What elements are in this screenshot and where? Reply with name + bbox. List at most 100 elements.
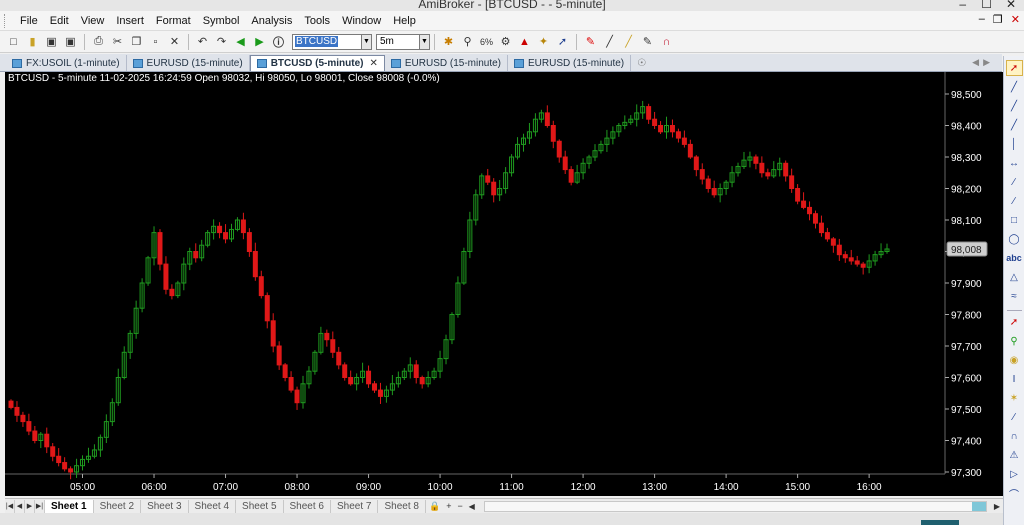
trendline-icon[interactable]: ╱ [1006, 79, 1023, 95]
sun-icon[interactable]: ✶ [1006, 390, 1023, 406]
mdi-close-button[interactable]: ✕ [1011, 13, 1020, 26]
select-arrow-icon[interactable]: ➚ [1005, 60, 1023, 76]
interval-dropdown-icon[interactable]: ▼ [420, 33, 430, 50]
lock-icon[interactable]: 🔒 [426, 501, 443, 512]
ellipse-icon[interactable]: ◯ [1006, 231, 1023, 247]
horizontal-line-icon[interactable]: ↔ [1006, 155, 1023, 171]
triangle-icon[interactable]: △ [1006, 269, 1023, 285]
sheet-tab-8[interactable]: Sheet 8 [378, 499, 426, 513]
open-folder-icon[interactable]: ▮ [24, 33, 41, 50]
sheet-tab-4[interactable]: Sheet 4 [189, 499, 237, 513]
symbol-input[interactable]: BTCUSD [292, 33, 362, 50]
delete-icon[interactable]: ✕ [166, 33, 183, 50]
text-cursor-icon[interactable]: I [1006, 371, 1023, 387]
parallel-lines-icon[interactable]: ∕ [1006, 174, 1023, 190]
symbol-dropdown-icon[interactable]: ▼ [362, 33, 372, 50]
wand-icon[interactable]: ✦ [535, 33, 552, 50]
delete-drawing-icon[interactable]: ⚠ [1006, 447, 1023, 463]
back-icon[interactable]: ◀ [232, 33, 249, 50]
menu-window[interactable]: Window [336, 15, 387, 27]
menu-insert[interactable]: Insert [110, 15, 150, 27]
y-tick-label: 98,200 [951, 185, 982, 196]
gann-icon[interactable]: ∕ [1006, 409, 1023, 425]
gear-icon[interactable]: ⚙ [497, 33, 514, 50]
extended-line-icon[interactable]: ╱ [1006, 117, 1023, 133]
menu-format[interactable]: Format [150, 15, 197, 27]
sheet-tab-1[interactable]: Sheet 1 [45, 499, 94, 513]
tab-eurusd-3[interactable]: EURUSD (15-minute) [508, 55, 632, 71]
undo-icon[interactable]: ↶ [194, 33, 211, 50]
pen-color-icon[interactable]: ✎ [582, 33, 599, 50]
channel-icon[interactable]: ∕ [1006, 193, 1023, 209]
arc-icon[interactable]: ⌒ [1006, 485, 1023, 501]
sheet-prev-icon[interactable]: ◀ [15, 499, 25, 513]
menu-analysis[interactable]: Analysis [245, 15, 298, 27]
candle-icon[interactable]: ▲ [516, 33, 533, 50]
zoom-out-bars-icon[interactable]: − [454, 501, 465, 511]
chart-tool-icon[interactable]: ✱ [440, 33, 457, 50]
minimize-button[interactable]: – [959, 0, 966, 11]
tab-btcusd[interactable]: BTCUSD (5-minute) ✕ [249, 55, 385, 71]
rectangle-icon[interactable]: □ [1006, 212, 1023, 228]
tab-eurusd-1[interactable]: EURUSD (15-minute) [127, 55, 250, 71]
zoom-in-bars-icon[interactable]: + [443, 501, 454, 511]
new-file-icon[interactable]: □ [5, 33, 22, 50]
sheet-tab-3[interactable]: Sheet 3 [141, 499, 189, 513]
sheet-tab-2[interactable]: Sheet 2 [94, 499, 142, 513]
mdi-minimize-button[interactable]: – [979, 13, 985, 26]
zoom-tool-icon[interactable]: ⚲ [1006, 333, 1023, 349]
menu-symbol[interactable]: Symbol [197, 15, 246, 27]
forward-icon[interactable]: ▶ [251, 33, 268, 50]
scroll-right-icon[interactable]: ▶ [991, 502, 1003, 511]
close-button[interactable]: ✕ [1006, 0, 1016, 11]
x-tick-label: 16:00 [857, 482, 882, 493]
tab-scroll-arrows[interactable]: ◀▶ [972, 57, 994, 68]
menu-help[interactable]: Help [387, 15, 422, 27]
tab-eurusd-2[interactable]: EURUSD (15-minute) [385, 55, 508, 71]
snap-icon[interactable]: ◉ [1006, 352, 1023, 368]
line-tool-icon[interactable]: ╱ [601, 33, 618, 50]
menu-view[interactable]: View [75, 15, 111, 27]
save-all-icon[interactable]: ▣ [62, 33, 79, 50]
cut-icon[interactable]: ✂ [109, 33, 126, 50]
maximize-button[interactable]: ☐ [981, 0, 992, 11]
interval-select[interactable]: 5m [376, 33, 420, 50]
paste-icon[interactable]: ▫ [147, 33, 164, 50]
menu-tools[interactable]: Tools [298, 15, 336, 27]
ray-icon[interactable]: ╱ [1006, 98, 1023, 114]
fibonacci-icon[interactable]: ≈ [1006, 288, 1023, 304]
sheet-tab-7[interactable]: Sheet 7 [331, 499, 379, 513]
cursor-icon[interactable]: ➚ [1006, 314, 1023, 330]
arrow-tool-icon[interactable]: ➚ [554, 33, 571, 50]
tab-fx-usoil[interactable]: FX:USOIL (1-minute) [6, 55, 127, 71]
cycles-icon[interactable]: ∩ [1006, 428, 1023, 444]
menu-edit[interactable]: Edit [44, 15, 75, 27]
sheet-tab-6[interactable]: Sheet 6 [284, 499, 331, 513]
sheet-next-icon[interactable]: ▶ [25, 499, 35, 513]
mdi-restore-button[interactable]: ❐ [993, 13, 1003, 26]
highlight-icon[interactable]: ╱ [620, 33, 637, 50]
save-icon[interactable]: ▣ [43, 33, 60, 50]
close-tab-icon[interactable]: ✕ [369, 58, 377, 69]
text-tool-icon[interactable]: abc [1006, 250, 1023, 266]
copy-icon[interactable]: ❐ [128, 33, 145, 50]
scrollbar-thumb[interactable] [972, 501, 986, 511]
scroll-left-icon[interactable]: ◀ [466, 502, 478, 511]
horizontal-scrollbar[interactable] [483, 500, 987, 512]
candle-down [562, 156, 568, 171]
redo-icon[interactable]: ↷ [213, 33, 230, 50]
pencil-icon[interactable]: ✎ [639, 33, 656, 50]
pitchfork-icon[interactable]: ▷ [1006, 466, 1023, 482]
print-icon[interactable]: ⎙ [90, 33, 107, 50]
sheet-last-icon[interactable]: ▶| [35, 499, 45, 513]
new-tab-icon[interactable]: ☉ [631, 55, 652, 71]
magnet-icon[interactable]: ∩ [658, 33, 675, 50]
menu-file[interactable]: File [14, 15, 44, 27]
sheet-first-icon[interactable]: |◀ [5, 499, 15, 513]
sheet-tab-5[interactable]: Sheet 5 [236, 499, 284, 513]
percent-icon[interactable]: 6% [478, 33, 495, 50]
price-chart[interactable]: 98,50098,40098,30098,20098,10098,00097,9… [5, 72, 1003, 496]
info-icon[interactable]: ⓘ [270, 33, 287, 50]
zoom-in-icon[interactable]: ⚲ [459, 33, 476, 50]
vertical-line-icon[interactable]: │ [1006, 136, 1023, 152]
